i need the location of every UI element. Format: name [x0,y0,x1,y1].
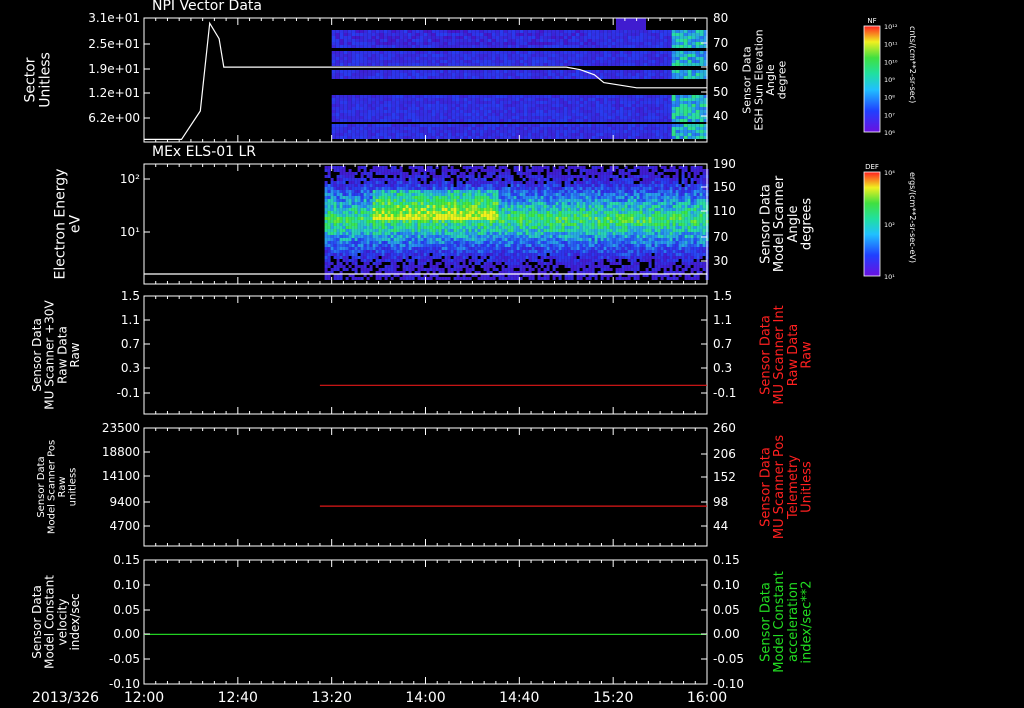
y-tick-label: 2.5e+01 [88,37,140,51]
y2-tick-label: 152 [713,470,736,484]
y2-tick-label: 0.05 [713,603,740,617]
colorbar-tag: NF [867,17,876,25]
y2-tick-label: 30 [713,254,728,268]
x-tick-label: 12:00 [124,690,164,706]
colorbar-tag: DEF [865,163,879,171]
y2-tick-label: 40 [713,109,728,123]
y-tick-label: 0.05 [113,603,140,617]
y2-tick-label: 50 [713,85,728,99]
colorbar-tick-label: 10⁶ [884,129,895,137]
y-tick-label: -0.05 [109,652,140,666]
science-plot: NPI Vector Data 3.1e+01 2.5e+01 1.9e+01 1.2e… [0,0,1024,708]
y-tick-label: 1.2e+01 [88,86,140,100]
colorbar-tick-label: 10⁹ [884,76,895,84]
x-tick-label: 13:20 [312,690,352,706]
y-tick-label: 1.9e+01 [88,62,140,76]
y-tick-label: 0.00 [113,627,140,641]
y2-tick-label: 44 [713,519,728,533]
y2-tick-label: 70 [713,36,728,50]
colorbar-tick-label: 10¹ [884,273,895,281]
y2-tick-label: 1.5 [713,289,732,303]
colorbar-unit: ergs/(cm**2-sr-sec-eV) [908,172,917,263]
spectrogram-cells [331,18,708,139]
colorbar-tick-label: 10⁷ [884,111,895,119]
colorbar-strip [863,25,881,133]
y2-tick-label: 190 [713,157,736,171]
y-tick-label: 6.2e+00 [88,111,140,125]
y-tick-label: 23500 [102,421,140,435]
panel-title: NPI Vector Data [152,0,262,14]
y-tick-label: 0.15 [113,553,140,567]
y2-tick-label: 150 [713,180,736,194]
y2-tick-label: 0.10 [713,578,740,592]
y-tick-label: 9400 [109,495,140,509]
y2-tick-label: 0.7 [713,337,732,351]
colorbar-strip [863,171,881,277]
colorbar-tick-label: 10¹¹ [884,41,898,49]
y2-tick-label: 70 [713,230,728,244]
y2-tick-label: 98 [713,495,728,509]
y2-tick-label: 0.15 [713,553,740,567]
colorbar-tick-label: 10¹⁰ [884,58,898,66]
x-tick-label: 14:40 [499,690,539,706]
x-tick-label: 12:40 [218,690,258,706]
y-tick-label: 0.3 [121,361,140,375]
date-label: 2013/326 [32,690,99,706]
colorbar-tick-label: 10² [884,221,895,229]
y2-tick-label: 0.00 [713,627,740,641]
colorbar-tick-label: 10⁸ [884,94,895,102]
y-tick-label: 1.1 [121,313,140,327]
y2-tick-label: -0.10 [713,677,744,691]
y-tick-label: 0.10 [113,578,140,592]
y-tick-label: -0.1 [117,386,140,400]
colorbar-tick-label: 10¹² [884,23,898,31]
y2-tick-label: 80 [713,11,728,25]
y-tick-label: 1.5 [121,289,140,303]
y2-tick-label: 60 [713,60,728,74]
y2-tick-label: -0.05 [713,652,744,666]
y-tick-label: -0.10 [109,677,140,691]
x-tick-label: 16:00 [687,690,727,706]
panel-title: MEx ELS-01 LR [152,144,256,160]
y-tick-label: 4700 [109,519,140,533]
y2-axis-label: Sensor DataModel Constantaccelerationind… [759,571,815,673]
x-tick-label: 15:20 [593,690,633,706]
y2-tick-label: 110 [713,204,736,218]
y-tick-label: 10² [120,172,140,186]
colorbar-unit: cnts/(cm**2-sr-sec) [908,26,917,103]
colorbar-tick-label: 10⁴ [884,169,895,177]
y-axis-label: SectorUnitless [23,52,54,108]
y-tick-label: 14100 [102,469,140,483]
y2-tick-label: -0.1 [713,386,736,400]
y-tick-label: 3.1e+01 [88,11,140,25]
y-tick-label: 0.7 [121,337,140,351]
y2-tick-label: 0.3 [713,361,732,375]
y2-tick-label: 260 [713,421,736,435]
y-tick-label: 10¹ [120,225,140,239]
y-tick-label: 18800 [102,445,140,459]
y2-tick-label: 1.1 [713,313,732,327]
y2-tick-label: 206 [713,447,736,461]
x-tick-label: 14:00 [405,690,445,706]
